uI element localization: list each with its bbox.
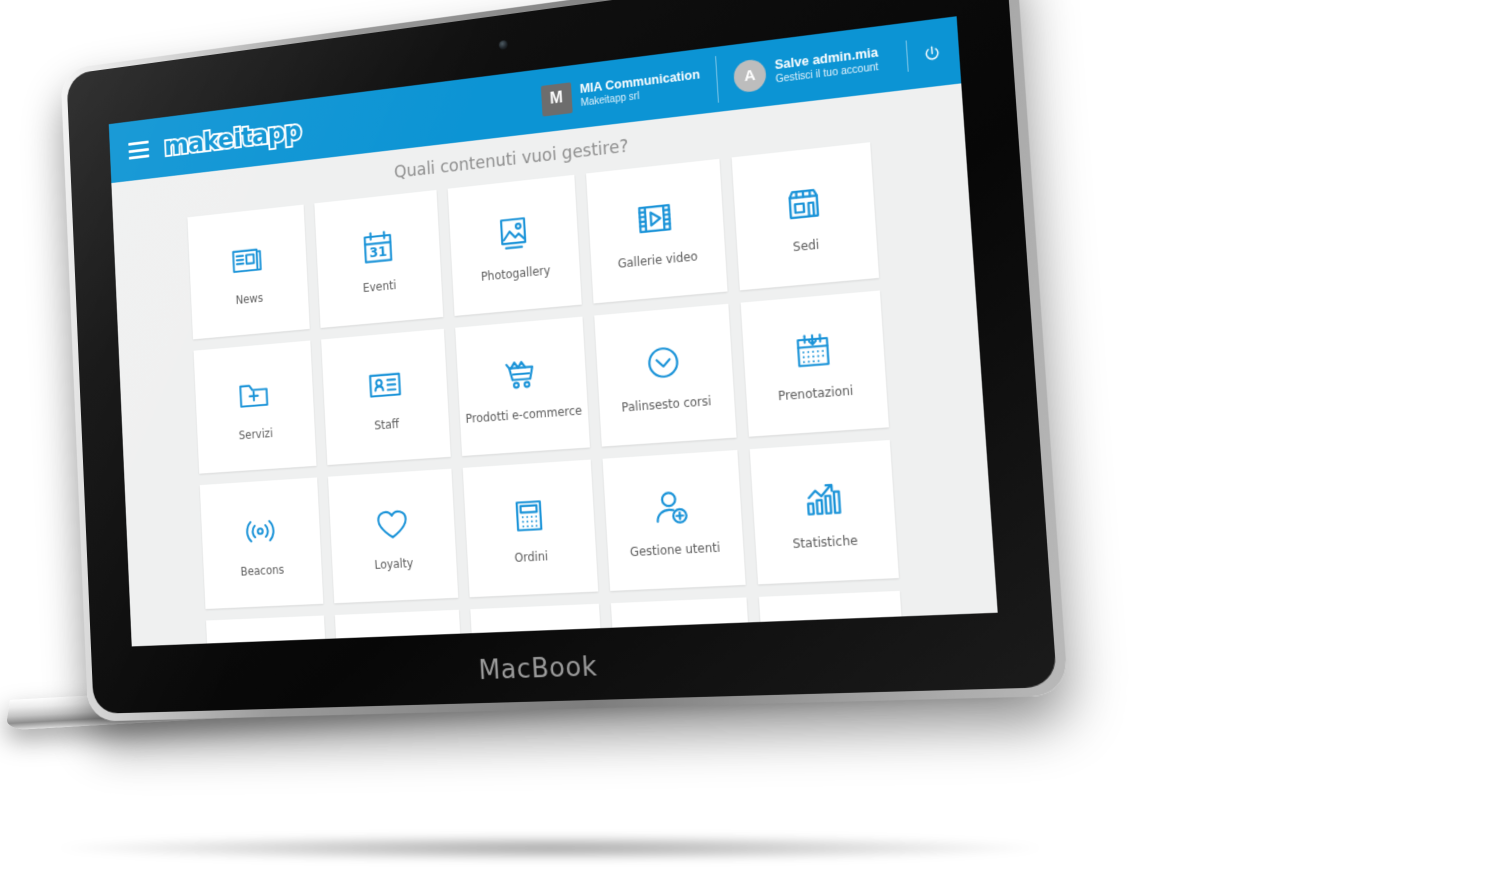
organization-switcher[interactable]: M MIA Communication Makeitapp srl <box>525 56 718 125</box>
storefront-icon <box>779 178 828 228</box>
price-tags-icon <box>658 638 706 647</box>
tile-sedi[interactable]: Sedi <box>731 142 880 291</box>
power-icon[interactable] <box>905 36 943 72</box>
tile-ordini[interactable]: Ordini <box>462 459 599 598</box>
id-card-icon <box>363 362 406 408</box>
tile-offerte[interactable] <box>611 597 755 647</box>
tile-prodotti-ecommerce[interactable]: Prodotti e-commerce <box>455 316 591 457</box>
user-add-icon <box>649 484 696 532</box>
tile-staff[interactable]: Staff <box>321 328 451 466</box>
image-icon <box>491 209 536 257</box>
home-icon <box>807 632 857 646</box>
tile-photogallery[interactable]: Photogallery <box>447 174 582 316</box>
tile-label: Photogallery <box>480 263 551 284</box>
organization-name: MIA Communication <box>579 67 701 97</box>
tile-mappa[interactable] <box>335 609 466 647</box>
user-subtitle: Gestisci il tuo account <box>775 61 879 86</box>
app-content: Quali contenuti vuoi gestire? News 31 Ev… <box>111 83 998 647</box>
laptop-screen-bezel: MacBook makeitapp M MIA Communication Ma… <box>66 0 1058 714</box>
clock-icon <box>640 338 687 386</box>
folder-plus-icon <box>233 373 274 418</box>
user-greeting: Salve admin.mia <box>774 45 879 73</box>
tile-statistiche[interactable]: Statistiche <box>749 439 899 585</box>
tile-loyalty[interactable]: Loyalty <box>328 468 459 604</box>
tile-label: Gallerie video <box>617 249 699 271</box>
device-model-label: MacBook <box>477 651 599 687</box>
topbar-account-area: M MIA Communication Makeitapp srl A Salv… <box>524 16 961 134</box>
tile-news[interactable]: News <box>187 204 311 340</box>
tile-gestione-utenti[interactable]: Gestione utenti <box>602 449 746 591</box>
tile-label: Eventi <box>362 278 397 295</box>
laptop-lid: MacBook makeitapp M MIA Communication Ma… <box>60 0 1069 722</box>
tile-label: Statistiche <box>792 533 859 552</box>
tile-label: Servizi <box>238 426 274 443</box>
tile-gallerie-video[interactable]: Gallerie video <box>586 158 728 304</box>
beacon-signal-icon <box>240 509 281 554</box>
tile-label: Loyalty <box>374 556 414 572</box>
tile-servizi[interactable]: Servizi <box>193 340 317 474</box>
avatar: A <box>732 57 767 94</box>
tile-label: Sedi <box>792 237 820 255</box>
film-play-icon <box>632 194 679 243</box>
tile-label: Gestione utenti <box>629 540 721 560</box>
shopping-cart-icon <box>499 350 544 397</box>
tile-label: Prodotti e-commerce <box>465 403 583 426</box>
screen-viewport: makeitapp M MIA Communication Makeitapp … <box>108 16 998 647</box>
organization-avatar: M <box>540 81 573 117</box>
bookmark-book-icon <box>515 643 560 646</box>
app-logo[interactable]: makeitapp <box>162 114 304 164</box>
calendar-31-icon: 31 <box>356 224 399 271</box>
bar-chart-arrow-icon <box>798 475 848 524</box>
webcam-icon <box>498 39 508 50</box>
tile-label: Ordini <box>514 549 549 565</box>
laptop-mockup-scene: MacBook makeitapp M MIA Communication Ma… <box>0 0 1510 877</box>
tile-prenotazioni[interactable]: Prenotazioni <box>740 290 889 437</box>
organization-labels: MIA Communication Makeitapp srl <box>579 67 701 110</box>
calendar-booking-icon <box>788 326 837 376</box>
tile-home[interactable] <box>758 590 909 647</box>
organization-subtitle: Makeitapp srl <box>580 90 640 109</box>
news-icon <box>227 237 268 283</box>
content-type-grid: News 31 Eventi Photogallery Gallerie vid… <box>187 142 909 647</box>
tile-label: News <box>235 291 264 307</box>
tile-beacons[interactable]: Beacons <box>199 477 324 610</box>
user-account-menu[interactable]: A Salve admin.mia Gestisci il tuo accoun… <box>715 33 898 103</box>
device-drop-shadow <box>60 835 1040 861</box>
tile-label: Prenotazioni <box>777 383 854 404</box>
tile-palinsesto-corsi[interactable]: Palinsesto corsi <box>594 303 737 447</box>
tile-label: Staff <box>373 417 400 433</box>
tile-label: Beacons <box>240 562 285 579</box>
tile-catalogo[interactable] <box>470 603 607 647</box>
tile-eventi[interactable]: 31 Eventi <box>314 189 444 328</box>
hamburger-menu-icon[interactable] <box>128 140 150 160</box>
tile-label: Palinsesto corsi <box>621 393 712 415</box>
svg-text:31: 31 <box>369 245 387 262</box>
user-labels: Salve admin.mia Gestisci il tuo account <box>774 45 879 87</box>
heart-icon <box>370 501 413 547</box>
